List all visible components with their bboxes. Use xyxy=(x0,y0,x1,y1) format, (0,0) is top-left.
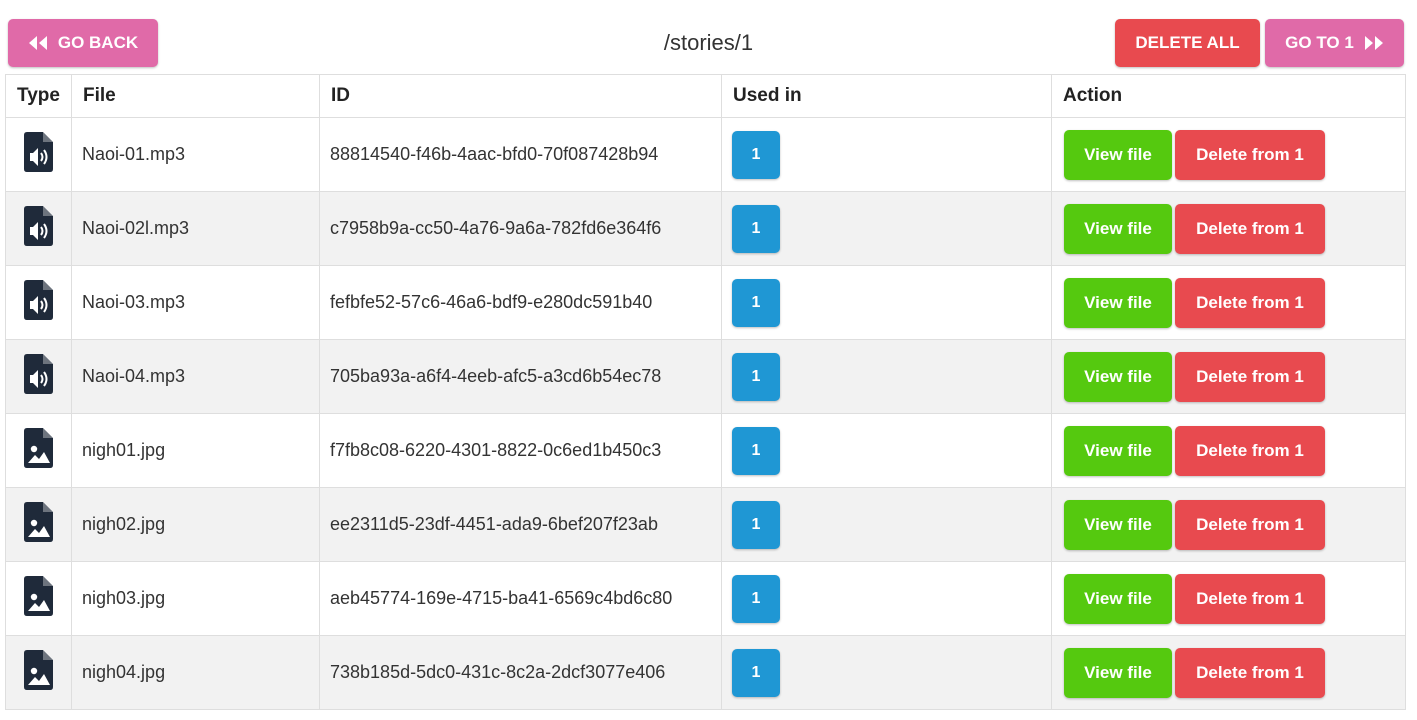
file-id: ee2311d5-23df-4451-ada9-6bef207f23ab xyxy=(319,487,722,562)
table-row: nigh03.jpg aeb45774-169e-4715-ba41-6569c4… xyxy=(5,561,1406,636)
delete-from-story-button[interactable]: Delete from 1 xyxy=(1175,425,1325,476)
file-id: fefbfe52-57c6-46a6-bdf9-e280dc591b40 xyxy=(319,265,722,340)
used-in-badge[interactable]: 1 xyxy=(732,574,780,623)
audio-file-icon xyxy=(23,132,54,177)
action-cell: View file Delete from 1 xyxy=(1051,487,1406,562)
action-cell: View file Delete from 1 xyxy=(1051,265,1406,340)
type-cell xyxy=(5,191,72,266)
delete-from-story-button[interactable]: Delete from 1 xyxy=(1175,573,1325,624)
delete-from-story-button[interactable]: Delete from 1 xyxy=(1175,647,1325,698)
view-file-button[interactable]: View file xyxy=(1064,277,1172,328)
column-header-action: Action xyxy=(1051,74,1406,118)
view-file-button[interactable]: View file xyxy=(1064,203,1172,254)
image-file-icon xyxy=(23,650,54,695)
action-cell: View file Delete from 1 xyxy=(1051,191,1406,266)
type-cell xyxy=(5,117,72,192)
table-row: nigh04.jpg 738b185d-5dc0-431c-8c2a-2dcf30… xyxy=(5,635,1406,710)
used-in-badge[interactable]: 1 xyxy=(732,204,780,253)
view-file-button[interactable]: View file xyxy=(1064,129,1172,180)
used-in-cell: 1 xyxy=(721,561,1052,636)
view-file-button[interactable]: View file xyxy=(1064,573,1172,624)
used-in-badge[interactable]: 1 xyxy=(732,500,780,549)
used-in-badge[interactable]: 1 xyxy=(732,278,780,327)
file-id: 705ba93a-a6f4-4eeb-afc5-a3cd6b54ec78 xyxy=(319,339,722,414)
used-in-cell: 1 xyxy=(721,117,1052,192)
column-header-type: Type xyxy=(5,74,72,118)
image-file-icon xyxy=(23,428,54,473)
table-row: Naoi-04.mp3 705ba93a-a6f4-4eeb-afc5-a3cd6… xyxy=(5,339,1406,414)
go-to-label: GO TO 1 xyxy=(1285,33,1354,52)
file-name: Naoi-04.mp3 xyxy=(71,339,320,414)
type-cell xyxy=(5,265,72,340)
delete-all-button[interactable]: DELETE ALL xyxy=(1115,19,1260,67)
fast-forward-icon xyxy=(1364,36,1383,50)
table-row: Naoi-03.mp3 fefbfe52-57c6-46a6-bdf9-e280d… xyxy=(5,265,1406,340)
used-in-badge[interactable]: 1 xyxy=(732,130,780,179)
image-file-icon xyxy=(23,576,54,621)
file-name: Naoi-02l.mp3 xyxy=(71,191,320,266)
used-in-cell: 1 xyxy=(721,487,1052,562)
file-name: nigh03.jpg xyxy=(71,561,320,636)
type-cell xyxy=(5,339,72,414)
go-to-button[interactable]: GO TO 1 xyxy=(1265,19,1404,67)
file-name: Naoi-03.mp3 xyxy=(71,265,320,340)
table-row: nigh02.jpg ee2311d5-23df-4451-ada9-6bef20… xyxy=(5,487,1406,562)
file-id: 738b185d-5dc0-431c-8c2a-2dcf3077e406 xyxy=(319,635,722,710)
audio-file-icon xyxy=(23,354,54,399)
file-id: f7fb8c08-6220-4301-8822-0c6ed1b450c3 xyxy=(319,413,722,488)
type-cell xyxy=(5,561,72,636)
action-cell: View file Delete from 1 xyxy=(1051,635,1406,710)
action-cell: View file Delete from 1 xyxy=(1051,561,1406,636)
view-file-button[interactable]: View file xyxy=(1064,425,1172,476)
delete-from-story-button[interactable]: Delete from 1 xyxy=(1175,277,1325,328)
used-in-badge[interactable]: 1 xyxy=(732,648,780,697)
type-cell xyxy=(5,487,72,562)
action-cell: View file Delete from 1 xyxy=(1051,413,1406,488)
table-row: nigh01.jpg f7fb8c08-6220-4301-8822-0c6ed1… xyxy=(5,413,1406,488)
file-name: Naoi-01.mp3 xyxy=(71,117,320,192)
type-cell xyxy=(5,413,72,488)
delete-from-story-button[interactable]: Delete from 1 xyxy=(1175,499,1325,550)
audio-file-icon xyxy=(23,206,54,251)
used-in-cell: 1 xyxy=(721,265,1052,340)
file-id: c7958b9a-cc50-4a76-9a6a-782fd6e364f6 xyxy=(319,191,722,266)
used-in-cell: 1 xyxy=(721,635,1052,710)
view-file-button[interactable]: View file xyxy=(1064,647,1172,698)
files-table: Type File ID Used in Action Naoi-01.mp3 8… xyxy=(5,74,1406,710)
delete-from-story-button[interactable]: Delete from 1 xyxy=(1175,129,1325,180)
top-toolbar: GO BACK /stories/1 DELETE ALL GO TO 1 xyxy=(0,0,1417,74)
column-header-file: File xyxy=(71,74,320,118)
view-file-button[interactable]: View file xyxy=(1064,499,1172,550)
used-in-badge[interactable]: 1 xyxy=(732,352,780,401)
delete-from-story-button[interactable]: Delete from 1 xyxy=(1175,351,1325,402)
view-file-button[interactable]: View file xyxy=(1064,351,1172,402)
table-row: Naoi-02l.mp3 c7958b9a-cc50-4a76-9a6a-782f… xyxy=(5,191,1406,266)
action-cell: View file Delete from 1 xyxy=(1051,339,1406,414)
file-id: 88814540-f46b-4aac-bfd0-70f087428b94 xyxy=(319,117,722,192)
used-in-cell: 1 xyxy=(721,413,1052,488)
column-header-used-in: Used in xyxy=(721,74,1052,118)
table-row: Naoi-01.mp3 88814540-f46b-4aac-bfd0-70f08… xyxy=(5,117,1406,192)
file-name: nigh02.jpg xyxy=(71,487,320,562)
image-file-icon xyxy=(23,502,54,547)
audio-file-icon xyxy=(23,280,54,325)
used-in-cell: 1 xyxy=(721,339,1052,414)
used-in-badge[interactable]: 1 xyxy=(732,426,780,475)
table-header-row: Type File ID Used in Action xyxy=(5,74,1406,118)
column-header-id: ID xyxy=(319,74,722,118)
file-name: nigh01.jpg xyxy=(71,413,320,488)
used-in-cell: 1 xyxy=(721,191,1052,266)
file-name: nigh04.jpg xyxy=(71,635,320,710)
file-id: aeb45774-169e-4715-ba41-6569c4bd6c80 xyxy=(319,561,722,636)
type-cell xyxy=(5,635,72,710)
action-cell: View file Delete from 1 xyxy=(1051,117,1406,192)
delete-from-story-button[interactable]: Delete from 1 xyxy=(1175,203,1325,254)
